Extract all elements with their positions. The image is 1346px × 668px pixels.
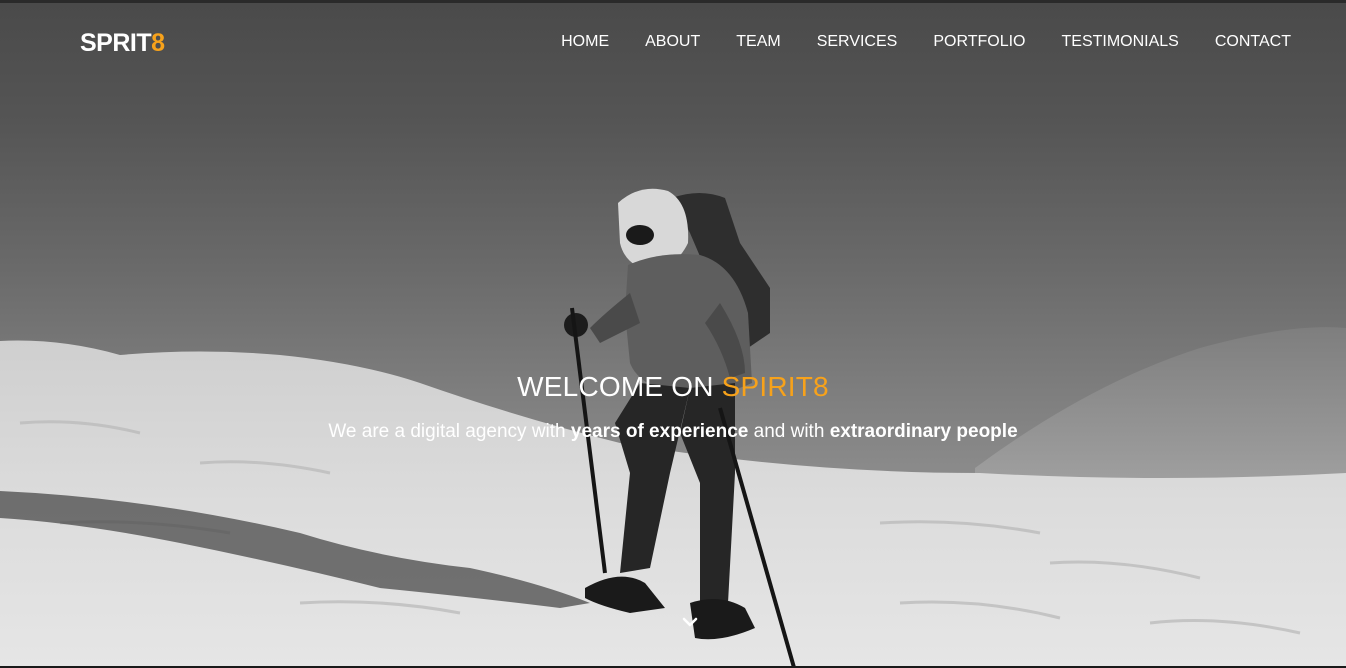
tagline-part-1: We are a digital agency with: [328, 421, 571, 442]
nav-item-home[interactable]: HOME: [561, 33, 609, 51]
hero-heading: WELCOME ON SPIRIT8: [0, 371, 1346, 403]
tagline-bold-1: years of experience: [570, 421, 749, 442]
hero-section: SPRIT8 HOME ABOUT TEAM SERVICES PORTFOLI…: [0, 0, 1346, 668]
nav-item-services[interactable]: SERVICES: [817, 33, 898, 51]
nav-item-contact[interactable]: CONTACT: [1215, 33, 1291, 51]
nav-item-testimonials[interactable]: TESTIMONIALS: [1062, 33, 1179, 51]
nav-item-about[interactable]: ABOUT: [645, 33, 700, 51]
hero-background-image: [0, 188, 1346, 666]
nav-item-portfolio[interactable]: PORTFOLIO: [933, 33, 1025, 51]
main-nav: HOME ABOUT TEAM SERVICES PORTFOLIO TESTI…: [525, 33, 1291, 51]
hero-heading-prefix: WELCOME ON: [517, 371, 722, 402]
tagline-part-2: and with: [748, 421, 830, 442]
scroll-down-button[interactable]: [679, 611, 701, 633]
chevron-down-icon: [682, 617, 698, 627]
brand-logo[interactable]: SPRIT8: [80, 29, 165, 58]
hero-heading-accent: SPIRIT8: [721, 371, 829, 402]
brand-name: SPRIT: [80, 29, 152, 57]
tagline-bold-2: extraordinary people: [829, 421, 1018, 442]
hero-tagline: We are a digital agency with years of ex…: [0, 421, 1346, 443]
brand-accent: 8: [151, 29, 165, 57]
top-navbar: SPRIT8 HOME ABOUT TEAM SERVICES PORTFOLI…: [0, 3, 1346, 83]
nav-item-team[interactable]: TEAM: [736, 33, 780, 51]
